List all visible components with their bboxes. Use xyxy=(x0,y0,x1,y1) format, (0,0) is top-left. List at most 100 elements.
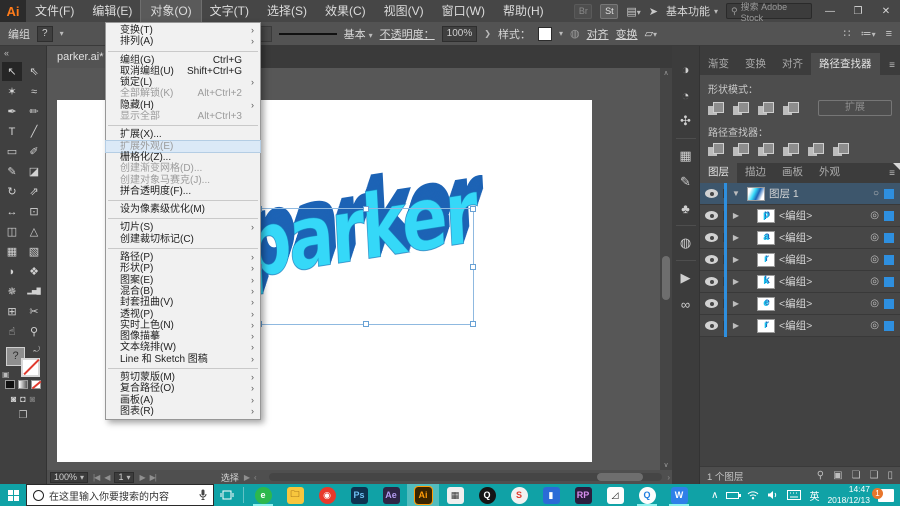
target-icon[interactable]: ◎ xyxy=(870,276,879,287)
layer-row-group[interactable]: ▶e<编组>◎ xyxy=(700,293,900,315)
wifi-icon[interactable] xyxy=(747,490,759,500)
menu-item[interactable]: 隐藏(H)› xyxy=(106,100,260,111)
gradient-button[interactable] xyxy=(18,380,28,389)
horizontal-scrollbar[interactable] xyxy=(269,473,663,481)
taskbar-search-input[interactable]: 在这里输入你要搜索的内容 xyxy=(26,484,214,506)
first-artboard-icon[interactable]: |◀ xyxy=(93,473,99,482)
transparency-panel-icon[interactable]: ◍ xyxy=(680,230,691,256)
vertical-scrollbar[interactable]: ∧ ∨ xyxy=(660,68,672,470)
selection-indicator[interactable] xyxy=(884,255,894,265)
wps-icon[interactable]: W xyxy=(663,484,695,506)
layer-name[interactable]: <编组> xyxy=(779,208,812,223)
target-icon[interactable]: ○ xyxy=(873,188,879,199)
locate-object-icon[interactable]: ⚲ xyxy=(817,470,824,481)
menu-item[interactable]: 设为像素级优化(M) xyxy=(106,204,260,215)
color-panel-icon[interactable]: ◑ xyxy=(682,56,690,82)
menu-item[interactable]: 扩展(X)... xyxy=(106,129,260,140)
pathfinder-tab-渐变[interactable]: 渐变 xyxy=(700,53,737,75)
swatches-panel-icon[interactable]: ▦ xyxy=(679,143,691,169)
menu-item[interactable]: 复合路径(O)› xyxy=(106,383,260,394)
menubar-item[interactable]: 效果(C) xyxy=(316,0,375,22)
visibility-cell[interactable] xyxy=(700,321,724,330)
menu-item[interactable]: 文本绕排(W)› xyxy=(106,342,260,353)
browser-360-icon[interactable]: e xyxy=(247,484,279,506)
free-transform-tool[interactable]: ⊡ xyxy=(24,202,44,221)
brushes-panel-icon[interactable]: ✎ xyxy=(680,169,691,195)
menu-item[interactable]: 变换(T)› xyxy=(106,25,260,36)
none-button[interactable] xyxy=(31,380,41,389)
curvature-tool[interactable]: ✏ xyxy=(24,102,44,121)
rectangle-tool[interactable]: ▭ xyxy=(2,142,22,161)
menu-item[interactable]: 拼合透明度(F)... xyxy=(106,186,260,197)
photoshop-icon[interactable]: Ps xyxy=(343,484,375,506)
restore-button[interactable]: ❐ xyxy=(848,6,868,17)
workspace-switcher[interactable]: 基本功能▾ xyxy=(666,3,718,19)
opacity-input[interactable]: 100% xyxy=(442,26,478,42)
pathfinder-tab-路径查找器[interactable]: 路径查找器 xyxy=(811,53,880,75)
menu-item[interactable]: 封套扭曲(V)› xyxy=(106,297,260,308)
menubar-item[interactable]: 文件(F) xyxy=(26,0,83,22)
selection-handle[interactable] xyxy=(470,321,476,327)
layer-row-group[interactable]: ▶k<编组>◎ xyxy=(700,271,900,293)
touch-keyboard-icon[interactable] xyxy=(787,490,801,500)
crop-icon[interactable] xyxy=(783,143,799,156)
default-fill-stroke-icon[interactable]: ▣ xyxy=(2,370,10,379)
unite-icon[interactable] xyxy=(708,102,724,115)
menu-item[interactable]: 画板(A)› xyxy=(106,395,260,406)
touch-workspace-icon[interactable]: ∷ xyxy=(844,27,851,40)
360-safe-icon[interactable]: ◉ xyxy=(311,484,343,506)
layer-row-group[interactable]: ▶r<编组>◎ xyxy=(700,249,900,271)
qq-icon[interactable]: Q xyxy=(471,484,503,506)
language-indicator[interactable]: 英 xyxy=(809,488,819,503)
scroll-right-icon[interactable]: › xyxy=(667,473,669,482)
symbol-sprayer-tool[interactable]: ✵ xyxy=(2,282,22,301)
visibility-cell[interactable] xyxy=(700,233,724,242)
document-setup-icon[interactable]: ◍ xyxy=(570,27,580,40)
minus-back-icon[interactable] xyxy=(833,143,849,156)
color-guide-panel-icon[interactable]: ◔ xyxy=(682,82,690,108)
hand-tool[interactable]: ☝ xyxy=(2,322,22,341)
illustrator-icon[interactable]: Ai xyxy=(407,484,439,506)
selection-indicator[interactable] xyxy=(884,321,894,331)
selection-handle[interactable] xyxy=(363,206,369,212)
collapse-tools-icon[interactable]: « xyxy=(0,46,46,60)
notification-center-icon[interactable]: 1 xyxy=(878,489,894,502)
align-link[interactable]: 对齐 xyxy=(587,26,609,42)
draw-normal-button[interactable]: ◙ xyxy=(11,394,16,404)
tray-expand-icon[interactable]: ∧ xyxy=(711,490,718,501)
zoom-tool[interactable]: ⚲ xyxy=(24,322,44,341)
delete-layer-icon[interactable]: ▯ xyxy=(887,470,893,481)
slice-tool[interactable]: ✂ xyxy=(24,302,44,321)
selection-bounding-box[interactable] xyxy=(258,208,474,325)
recolor-artwork-icon[interactable]: ✣ xyxy=(680,108,691,134)
selection-handle[interactable] xyxy=(470,206,476,212)
horizontal-scroll-thumb[interactable] xyxy=(597,473,643,481)
menubar-item[interactable]: 窗口(W) xyxy=(433,0,494,22)
rotate-tool[interactable]: ↻ xyxy=(2,182,22,201)
selection-indicator[interactable] xyxy=(884,233,894,243)
arrange-documents-icon[interactable]: ▤▾ xyxy=(626,5,640,18)
actions-panel-icon[interactable]: ▶ xyxy=(681,265,691,291)
qq-browser-icon[interactable]: Q xyxy=(631,484,663,506)
blend-tool[interactable]: ❖ xyxy=(24,262,44,281)
selection-handle[interactable] xyxy=(363,321,369,327)
menubar-item[interactable]: 视图(V) xyxy=(375,0,433,22)
scroll-left-icon[interactable]: ‹ xyxy=(254,473,256,482)
draw-inside-button[interactable]: ◙ xyxy=(30,394,35,404)
layer-name[interactable]: <编组> xyxy=(779,274,812,289)
visibility-cell[interactable] xyxy=(700,255,724,264)
profile-caret-icon[interactable]: ▾ xyxy=(60,29,64,38)
minus-front-icon[interactable] xyxy=(733,102,749,115)
symbols-panel-icon[interactable]: ♣ xyxy=(681,195,690,221)
clipping-mask-icon[interactable]: ▣ xyxy=(833,470,842,481)
adobe-stock-search-input[interactable]: ⚲搜索 Adobe Stock xyxy=(726,3,812,19)
selection-handle[interactable] xyxy=(470,264,476,270)
mesh-tool[interactable]: ▦ xyxy=(2,242,22,261)
eye-icon[interactable] xyxy=(705,255,718,264)
visibility-cell[interactable] xyxy=(700,277,724,286)
type-tool[interactable]: T xyxy=(2,122,22,141)
menu-item[interactable]: 路径(P)› xyxy=(106,252,260,263)
new-layer-icon[interactable]: ❑ xyxy=(870,470,879,481)
transform-link[interactable]: 变换 xyxy=(616,26,638,42)
layers-tab-外观[interactable]: 外观 xyxy=(811,161,848,183)
